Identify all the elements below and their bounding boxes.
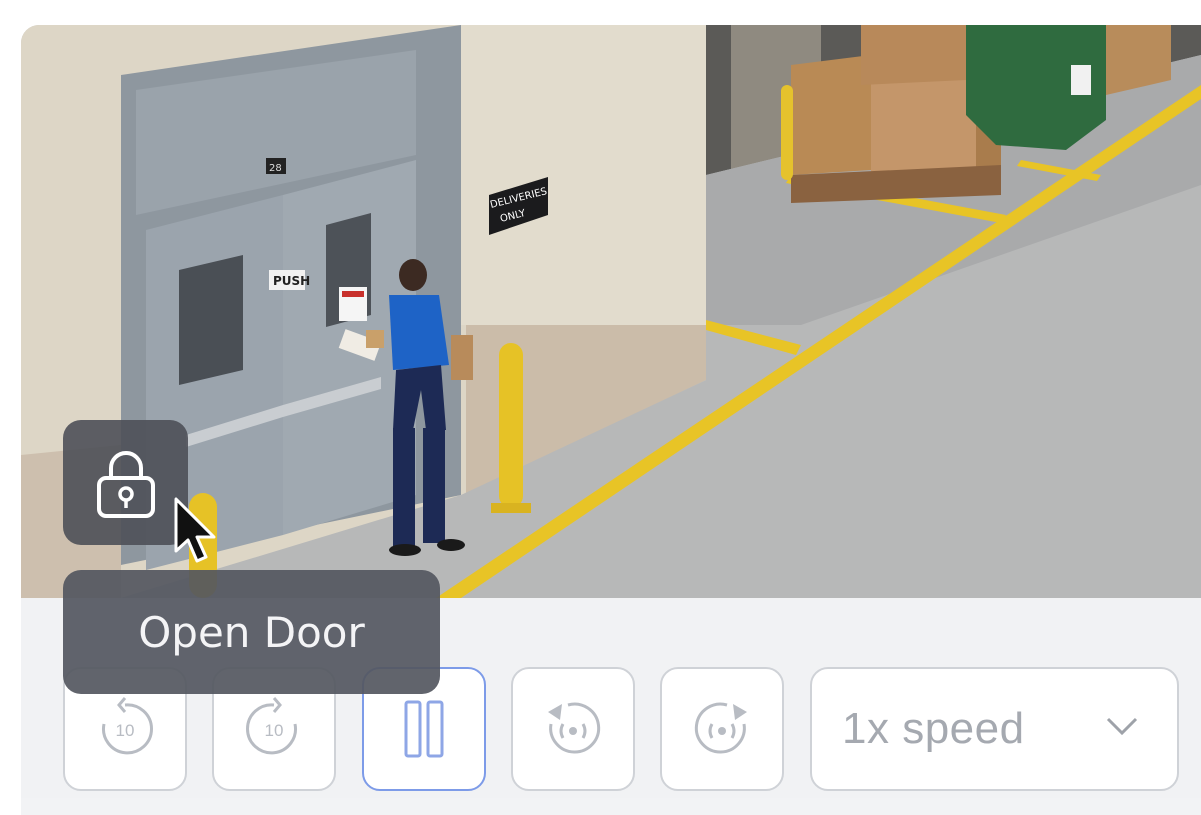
speed-value: 1x speed <box>842 704 1025 753</box>
pause-icon <box>404 700 444 758</box>
door-number-text: 28 <box>269 163 282 174</box>
mouse-cursor-icon <box>174 497 216 563</box>
chevron-down-icon <box>1106 717 1138 736</box>
previous-event-button[interactable] <box>511 667 635 791</box>
forward-10-label: 10 <box>265 721 284 740</box>
forward-10-icon: 10 <box>246 697 297 755</box>
camera-player-card: PUSH 28 DELIVERIES ONLY 10 10 1x speed <box>21 25 1201 815</box>
open-door-button[interactable] <box>63 420 188 545</box>
previous-event-icon <box>548 702 601 754</box>
rewind-10-icon: 10 <box>102 697 153 755</box>
next-event-button[interactable] <box>660 667 784 791</box>
next-event-icon <box>694 702 747 754</box>
push-sign-text: PUSH <box>273 274 310 288</box>
tooltip-text: Open Door <box>138 607 365 657</box>
rewind-10-label: 10 <box>116 721 135 740</box>
open-door-tooltip: Open Door <box>63 570 440 694</box>
playback-speed-select[interactable]: 1x speed <box>810 667 1179 791</box>
lock-icon <box>96 450 155 518</box>
